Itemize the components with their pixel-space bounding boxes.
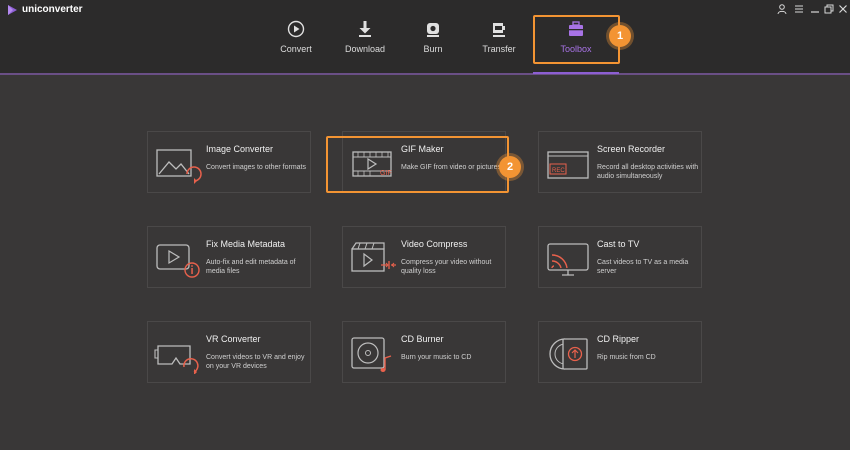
active-tab-indicator bbox=[533, 72, 619, 74]
tool-description: Auto-fix and edit metadata of media file… bbox=[206, 259, 296, 275]
tool-card-cast-to-tv[interactable]: Cast to TV Cast videos to TV as a media … bbox=[538, 226, 702, 288]
cd-ripper-icon bbox=[549, 338, 588, 370]
title-bar: uniconverter bbox=[0, 0, 850, 20]
tab-transfer[interactable]: Transfer bbox=[464, 20, 534, 68]
image-converter-icon bbox=[156, 149, 202, 184]
video-compress-icon bbox=[351, 242, 396, 272]
tool-description: Record all desktop activities with audio… bbox=[597, 164, 699, 180]
tool-card-image-converter[interactable]: Image Converter Convert images to other … bbox=[147, 131, 311, 193]
tool-title: CD Ripper bbox=[597, 334, 640, 344]
tab-convert-label: Convert bbox=[280, 44, 312, 54]
tab-burn-label: Burn bbox=[423, 44, 443, 54]
toolbox-highlight bbox=[533, 15, 620, 64]
tool-card-cd-burner[interactable]: CD Burner Burn your music to CD bbox=[342, 321, 506, 383]
tab-transfer-label: Transfer bbox=[482, 44, 516, 54]
close-icon[interactable] bbox=[837, 3, 849, 15]
cast-tv-icon bbox=[547, 243, 589, 276]
tool-card-cd-ripper[interactable]: CD Ripper Rip music from CD bbox=[538, 321, 702, 383]
app-logo-icon bbox=[8, 5, 17, 15]
minimize-icon[interactable] bbox=[809, 3, 821, 15]
tool-card-video-compress[interactable]: Video Compress Compress your video witho… bbox=[342, 226, 506, 288]
callout-badge-2: 2 bbox=[499, 156, 521, 178]
download-icon bbox=[359, 21, 371, 37]
callout-badge-1: 1 bbox=[609, 25, 631, 47]
tool-title: CD Burner bbox=[401, 334, 444, 344]
fix-metadata-icon bbox=[156, 244, 200, 278]
tab-burn[interactable]: Burn bbox=[398, 20, 468, 68]
tool-description: Burn your music to CD bbox=[401, 354, 472, 361]
tool-card-screen-recorder[interactable]: REC Screen Recorder Record all desktop a… bbox=[538, 131, 702, 193]
app-name: uniconverter bbox=[22, 4, 83, 15]
cd-burner-icon bbox=[351, 337, 392, 372]
tool-title: Image Converter bbox=[206, 144, 274, 154]
tool-description: Compress your video without quality loss bbox=[401, 259, 492, 275]
tool-description: Convert videos to VR and enjoy on your V… bbox=[206, 354, 305, 370]
maximize-icon[interactable] bbox=[823, 3, 835, 15]
tool-title: Cast to TV bbox=[597, 239, 640, 249]
tool-description: Rip music from CD bbox=[597, 354, 656, 361]
tool-card-fix-media-metadata[interactable]: Fix Media Metadata Auto-fix and edit met… bbox=[147, 226, 311, 288]
tab-download[interactable]: Download bbox=[330, 20, 400, 68]
tool-description: Cast videos to TV as a media server bbox=[597, 259, 689, 275]
user-icon[interactable] bbox=[776, 3, 788, 15]
convert-icon bbox=[287, 20, 305, 38]
screen-recorder-icon: REC bbox=[547, 151, 589, 179]
tool-title: Video Compress bbox=[401, 239, 468, 249]
tab-download-label: Download bbox=[344, 44, 386, 54]
nav-divider bbox=[0, 73, 850, 75]
tab-convert[interactable]: Convert bbox=[261, 20, 331, 68]
burn-icon bbox=[427, 23, 439, 37]
tool-description: Convert images to other formats bbox=[206, 164, 306, 171]
transfer-icon bbox=[493, 23, 505, 37]
tool-title: Screen Recorder bbox=[597, 144, 666, 154]
gif-maker-highlight bbox=[326, 136, 509, 193]
tool-title: Fix Media Metadata bbox=[206, 239, 286, 249]
tool-card-vr-converter[interactable]: VR Converter Convert videos to VR and en… bbox=[147, 321, 311, 383]
vr-converter-icon bbox=[154, 345, 199, 374]
tool-title: VR Converter bbox=[206, 334, 261, 344]
svg-text:REC: REC bbox=[552, 168, 565, 174]
menu-icon[interactable] bbox=[793, 3, 805, 15]
